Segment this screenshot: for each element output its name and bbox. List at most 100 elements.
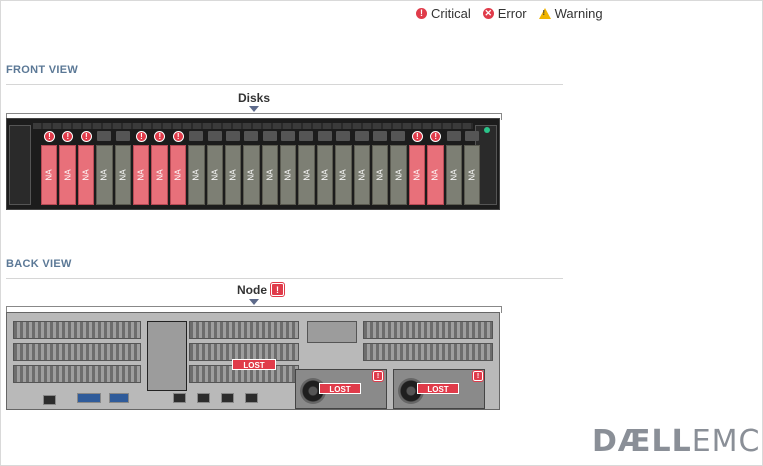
- disk-bay-latch: [281, 131, 296, 141]
- pcie-slot: [13, 343, 141, 361]
- disk-bay-latch: [354, 131, 369, 141]
- disk-critical-icon: !: [154, 131, 166, 142]
- disk-bay-latch: [317, 131, 332, 141]
- disk-label: NA: [320, 169, 330, 181]
- disk-bay-body: NA: [96, 145, 113, 205]
- disk-bay[interactable]: NA: [280, 131, 297, 205]
- disk-bay-body: NA: [77, 145, 95, 205]
- node-lost-badge[interactable]: LOST: [232, 359, 276, 370]
- critical-icon: !: [416, 8, 427, 19]
- disk-bay[interactable]: ! NA: [427, 131, 444, 205]
- ethernet-port-icon: [43, 395, 56, 405]
- disk-bay[interactable]: NA: [206, 131, 223, 205]
- disk-critical-icon: !: [44, 131, 55, 142]
- node-label: Node: [237, 283, 267, 297]
- disk-bay-body: NA: [408, 145, 426, 205]
- disk-critical-icon: !: [62, 131, 74, 142]
- disk-bay-latch: [336, 131, 351, 141]
- disk-bay[interactable]: NA: [188, 131, 205, 205]
- disk-bay[interactable]: ! NA: [59, 131, 76, 205]
- disk-label: NA: [81, 169, 91, 181]
- disk-label: NA: [265, 169, 275, 181]
- disk-bay[interactable]: ! NA: [132, 131, 150, 205]
- disk-bay-latch: [189, 131, 204, 141]
- legend-critical-label: Critical: [431, 6, 471, 21]
- disk-bay-latch: [225, 131, 240, 141]
- legend-critical: ! Critical: [416, 6, 471, 21]
- power-led-icon: [484, 127, 490, 133]
- disk-bay-body: NA: [188, 145, 205, 205]
- pcie-slot: [363, 343, 493, 361]
- disk-bay-latch: [391, 131, 406, 141]
- center-panel: [147, 321, 187, 391]
- disk-bay[interactable]: NA: [463, 131, 481, 205]
- disk-bay-latch: [299, 131, 314, 141]
- legend-warning-label: Warning: [554, 6, 603, 21]
- disk-bay[interactable]: NA: [390, 131, 407, 205]
- disk-bay[interactable]: NA: [353, 131, 371, 205]
- pcie-slot: [13, 321, 141, 339]
- disk-bay-body: NA: [224, 145, 242, 205]
- disk-bay[interactable]: ! NA: [169, 131, 187, 205]
- disk-bay-body: NA: [463, 145, 481, 205]
- disk-bay[interactable]: NA: [96, 131, 113, 205]
- disk-bay-body: NA: [335, 145, 352, 205]
- disk-label: NA: [394, 169, 404, 181]
- disk-label: NA: [283, 169, 293, 181]
- disk-bay[interactable]: NA: [445, 131, 462, 205]
- disk-bay-body: NA: [132, 145, 150, 205]
- disk-bay[interactable]: NA: [372, 131, 389, 205]
- disk-bay-body: NA: [390, 145, 407, 205]
- disk-label: NA: [44, 169, 54, 181]
- disk-bay-body: NA: [427, 145, 444, 205]
- disk-bay-body: NA: [261, 145, 279, 205]
- disk-bay-latch: [464, 131, 479, 141]
- disk-bay-body: NA: [445, 145, 462, 205]
- disk-bay-latch: [244, 131, 259, 141]
- front-vent: [33, 123, 473, 129]
- disk-label: NA: [136, 169, 146, 181]
- disk-bay[interactable]: ! NA: [408, 131, 426, 205]
- disk-label: NA: [375, 169, 385, 181]
- warning-icon: !: [538, 8, 551, 19]
- pcie-slot: [189, 321, 299, 339]
- disk-label: NA: [246, 169, 256, 181]
- front-view-title: FRONT VIEW: [6, 64, 79, 76]
- disk-label: NA: [357, 169, 367, 181]
- riser-panel: [307, 321, 357, 343]
- disk-label: NA: [228, 169, 238, 181]
- psu1-lost-badge[interactable]: LOST: [319, 383, 361, 394]
- psu1-critical-icon[interactable]: !: [372, 370, 384, 382]
- disk-bay[interactable]: ! NA: [151, 131, 168, 205]
- disk-bay[interactable]: NA: [298, 131, 315, 205]
- error-icon: ✕: [482, 8, 494, 19]
- disk-bay[interactable]: NA: [243, 131, 260, 205]
- node-caret-icon: [249, 299, 259, 305]
- status-legend: ! Critical ✕ Error ! Warning: [416, 6, 603, 21]
- disk-bay[interactable]: ! NA: [77, 131, 95, 205]
- disk-critical-icon: !: [80, 131, 92, 142]
- disk-bay[interactable]: NA: [316, 131, 334, 205]
- psu2-lost-badge[interactable]: LOST: [417, 383, 459, 394]
- front-left-ear: [9, 125, 31, 205]
- disk-bay-body: NA: [298, 145, 315, 205]
- disk-bay[interactable]: ! NA: [41, 131, 58, 205]
- pcie-slot: [363, 321, 493, 339]
- disk-bay-body: NA: [316, 145, 334, 205]
- disk-bay-latch: [97, 131, 112, 141]
- disk-critical-icon: !: [135, 131, 147, 142]
- node-critical-icon[interactable]: !: [270, 282, 285, 297]
- disk-label: NA: [302, 169, 312, 181]
- disk-bay[interactable]: NA: [224, 131, 242, 205]
- disk-bay-body: NA: [114, 145, 131, 205]
- psu2-critical-icon[interactable]: !: [472, 370, 484, 382]
- disk-critical-icon: !: [430, 131, 442, 142]
- disk-label: NA: [210, 169, 220, 181]
- disk-bay-body: NA: [243, 145, 260, 205]
- disk-bay[interactable]: NA: [335, 131, 352, 205]
- disk-bay[interactable]: NA: [114, 131, 131, 205]
- front-view-divider: [6, 84, 563, 85]
- disk-bay[interactable]: NA: [261, 131, 279, 205]
- disk-critical-icon: !: [172, 131, 184, 142]
- disk-bay-latch: [207, 131, 222, 141]
